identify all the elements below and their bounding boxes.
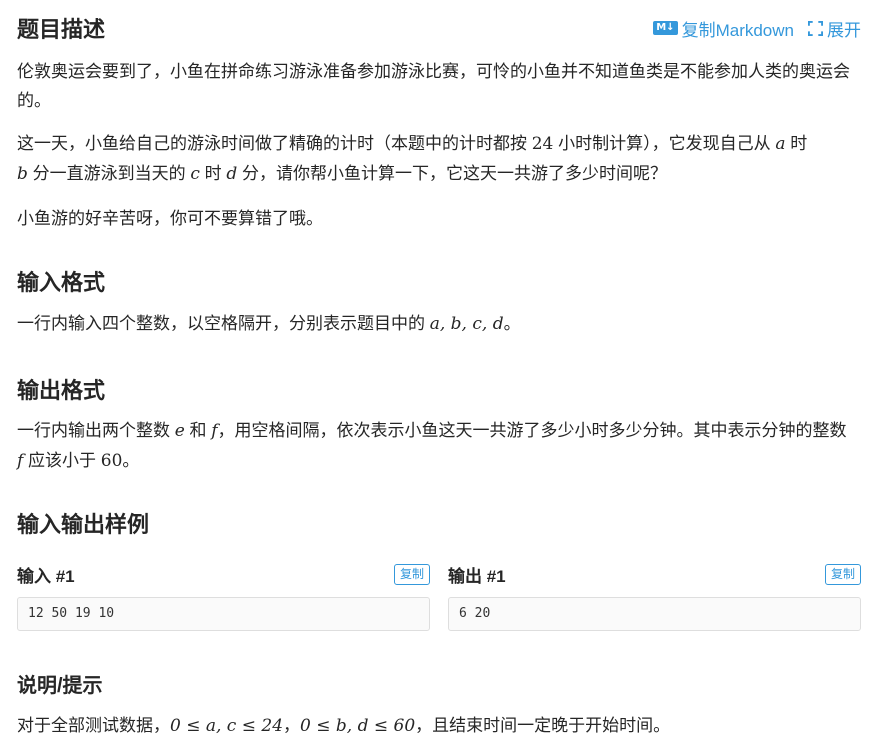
math-b: b <box>17 164 28 184</box>
math-e: e <box>174 421 185 441</box>
p2-text-c: 时 <box>785 134 808 153</box>
sample-output-code[interactable]: 6 20 <box>448 597 861 631</box>
samples-container: 输入 #1 复制 12 50 19 10 输出 #1 复制 6 20 <box>17 562 861 631</box>
description-paragraph-1: 伦敦奥运会要到了，小鱼在拼命练习游泳准备参加游泳比赛，可怜的小鱼并不知道鱼类是不… <box>17 62 850 110</box>
input-format-text: 一行内输入四个整数，以空格隔开，分别表示题目中的 a, b, c, d。 <box>17 309 855 339</box>
hint-text-1: 对于全部测试数据， <box>17 716 170 735</box>
input-format-end: 。 <box>503 314 521 333</box>
input-format-heading: 输入格式 <box>17 270 106 295</box>
p2-text-d: 分一直游泳到当天的 <box>27 164 191 183</box>
p2-text-a: 这一天，小鱼给自己的游泳时间做了精确的计时（本题中的计时都按 <box>17 134 532 153</box>
p2-text-f: 分，请你帮小鱼计算一下，它这天一共游了多少时间呢？ <box>237 164 667 183</box>
problem-page: 题目描述 M↓ 复制Markdown 展开 伦敦奥运会要到了，小鱼在拼命练习游泳… <box>0 0 875 752</box>
sample-output-title: 输出 #1 <box>448 566 506 586</box>
math-60: 60 <box>100 451 123 471</box>
hint-text-3: ，且结束时间一定晚于开始时间。 <box>415 716 671 735</box>
description-heading: 题目描述 <box>17 17 106 42</box>
hint-formula-1: 0 ≤ a, c ≤ 24 <box>170 716 284 736</box>
copy-markdown-button[interactable]: M↓ 复制Markdown <box>653 16 794 41</box>
math-24: 24 <box>531 134 554 154</box>
hint-heading: 说明/提示 <box>17 675 103 697</box>
sample-output-header: 输出 #1 复制 <box>448 562 861 586</box>
p2-text-b: 小时制计算），它发现自己从 <box>553 134 776 153</box>
output-text-3: ，用空格间隔，依次表示小鱼这天一共游了多少小时多少分钟。其中表示分钟的整数 <box>217 421 847 440</box>
copy-markdown-label: 复制Markdown <box>681 20 794 40</box>
expand-icon <box>808 20 823 36</box>
math-abcd: a, b, c, d <box>429 314 504 334</box>
description-paragraph-3: 小鱼游的好辛苦呀，你可不要算错了哦。 <box>17 209 323 228</box>
hint-formula-2: 0 ≤ b, d ≤ 60 <box>300 716 416 736</box>
sample-input-title: 输入 #1 <box>17 566 75 586</box>
description-paragraph-2: 这一天，小鱼给自己的游泳时间做了精确的计时（本题中的计时都按 24 小时制计算）… <box>17 129 855 189</box>
expand-button[interactable]: 展开 <box>808 16 861 41</box>
math-a: a <box>775 134 786 154</box>
expand-label: 展开 <box>827 20 861 40</box>
output-text-1: 一行内输出两个整数 <box>17 421 175 440</box>
hint-text: 对于全部测试数据，0 ≤ a, c ≤ 24，0 ≤ b, d ≤ 60，且结束… <box>17 711 855 741</box>
p2-text-e: 时 <box>199 164 227 183</box>
header-actions: M↓ 复制Markdown 展开 <box>653 16 861 41</box>
sample-input: 输入 #1 复制 12 50 19 10 <box>17 562 430 631</box>
math-c: c <box>190 164 200 184</box>
output-text-5: 。 <box>122 451 140 470</box>
sample-output: 输出 #1 复制 6 20 <box>448 562 861 631</box>
input-format-body: 一行内输入四个整数，以空格隔开，分别表示题目中的 <box>17 314 430 333</box>
output-text-4: 应该小于 <box>23 451 101 470</box>
description-header: 题目描述 M↓ 复制Markdown 展开 <box>17 12 861 44</box>
markdown-icon: M↓ <box>653 21 678 35</box>
output-text-2: 和 <box>184 421 212 440</box>
copy-output-button[interactable]: 复制 <box>824 563 861 585</box>
sample-input-header: 输入 #1 复制 <box>17 562 430 586</box>
output-format-heading: 输出格式 <box>17 378 106 403</box>
hint-text-2: ， <box>283 716 301 735</box>
samples-heading: 输入输出样例 <box>17 512 150 537</box>
copy-input-button[interactable]: 复制 <box>393 563 430 585</box>
output-format-text: 一行内输出两个整数 e 和 f，用空格间隔，依次表示小鱼这天一共游了多少小时多少… <box>17 416 855 476</box>
sample-input-code[interactable]: 12 50 19 10 <box>17 597 430 631</box>
math-d: d <box>226 164 238 184</box>
